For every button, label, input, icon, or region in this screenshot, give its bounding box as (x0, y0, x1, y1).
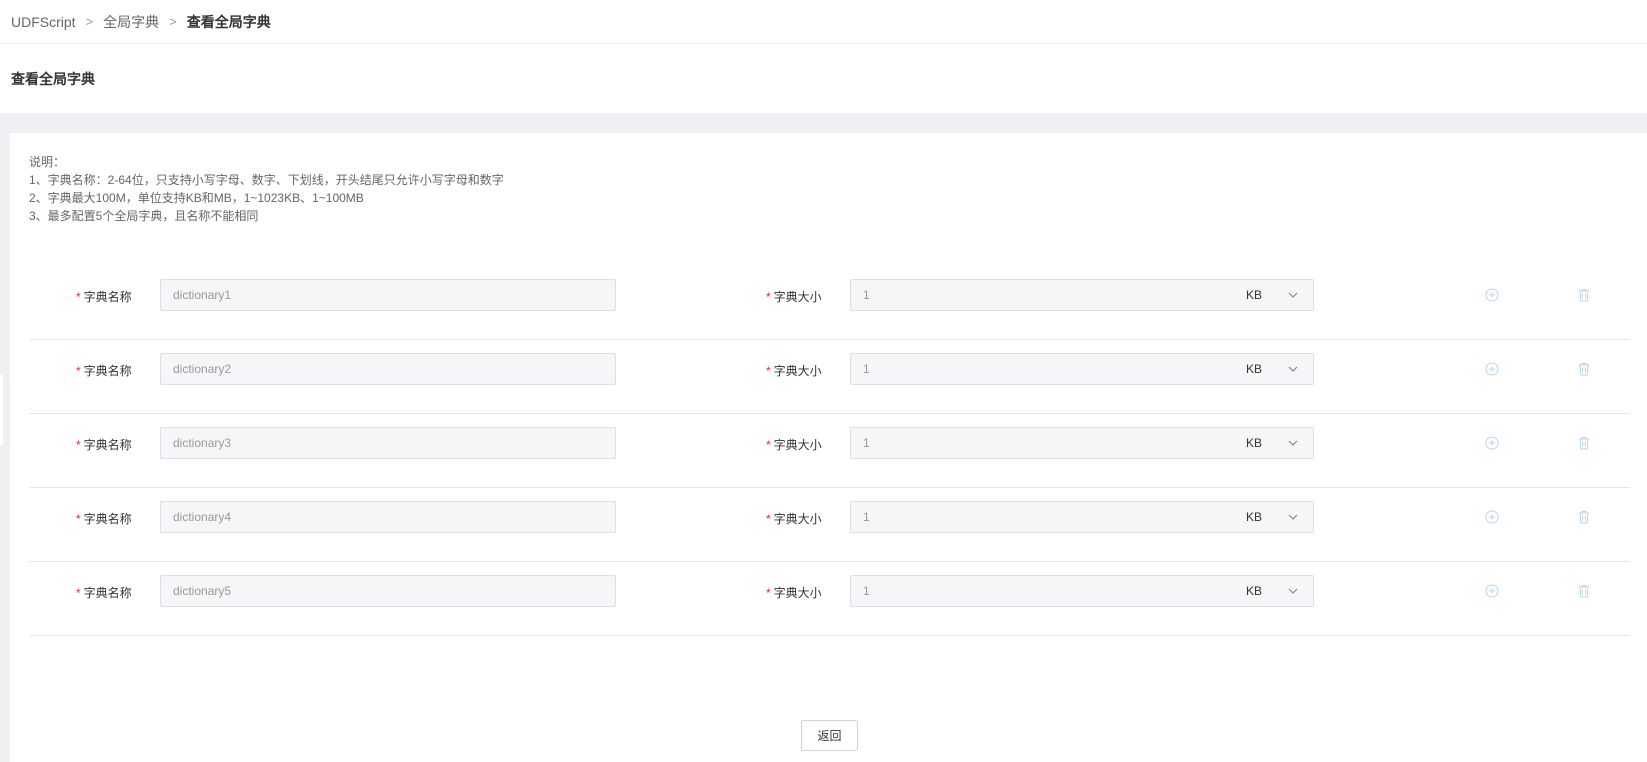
dictionary-row: * 字典名称 dictionary5 * 字典大小 1 KB (29, 558, 1630, 636)
dictionary-name-label: * 字典名称 (76, 586, 132, 600)
breadcrumb-separator: > (169, 14, 177, 29)
dictionary-row: * 字典名称 dictionary3 * 字典大小 1 KB (29, 410, 1630, 488)
chevron-down-icon (1288, 366, 1298, 372)
side-collapse-handle[interactable] (0, 375, 3, 445)
size-unit-value: KB (1246, 288, 1263, 302)
dictionary-row: * 字典名称 dictionary2 * 字典大小 1 KB (29, 336, 1630, 414)
instruction-line: 3、最多配置5个全局字典，且名称不能相同 (29, 209, 259, 223)
dictionary-row: * 字典名称 dictionary1 * 字典大小 1 KB (29, 262, 1630, 340)
instructions-heading: 说明： (29, 155, 66, 169)
trash-icon[interactable] (1577, 510, 1591, 524)
trash-icon[interactable] (1577, 362, 1591, 376)
instruction-line: 2、字典最大100M，单位支持KB和MB，1~1023KB、1~100MB (29, 191, 364, 205)
size-unit-value: KB (1246, 510, 1263, 524)
plus-circle-icon[interactable] (1485, 436, 1499, 450)
plus-circle-icon[interactable] (1485, 510, 1499, 524)
dictionary-size-label: * 字典大小 (766, 438, 822, 452)
page-title-bar: 查看全局字典 (0, 44, 1647, 113)
dictionary-size-input[interactable]: 1 (850, 279, 1233, 311)
size-unit-select[interactable]: KB (1232, 279, 1314, 311)
chevron-down-icon (1288, 292, 1298, 298)
dictionary-size-label: * 字典大小 (766, 364, 822, 378)
size-unit-value: KB (1246, 436, 1263, 450)
trash-icon[interactable] (1577, 584, 1591, 598)
plus-circle-icon[interactable] (1485, 288, 1499, 302)
required-mark: * (76, 290, 81, 304)
required-mark: * (76, 512, 81, 526)
required-mark: * (766, 364, 771, 378)
chevron-down-icon (1288, 514, 1298, 520)
dictionary-name-label: * 字典名称 (76, 512, 132, 526)
chevron-down-icon (1288, 588, 1298, 594)
required-mark: * (76, 438, 81, 452)
dictionary-size-label: * 字典大小 (766, 586, 822, 600)
breadcrumb: UDFScript > 全局字典 > 查看全局字典 (0, 0, 1647, 44)
back-button[interactable]: 返回 (801, 720, 858, 751)
dictionary-name-label: * 字典名称 (76, 364, 132, 378)
dictionary-size-input[interactable]: 1 (850, 575, 1233, 607)
dictionary-size-input[interactable]: 1 (850, 353, 1233, 385)
size-unit-select[interactable]: KB (1232, 575, 1314, 607)
instructions: 说明： 1、字典名称：2-64位，只支持小写字母、数字、下划线，开头结尾只允许小… (29, 153, 504, 225)
dictionary-name-input[interactable]: dictionary3 (160, 427, 616, 459)
dictionary-name-input[interactable]: dictionary4 (160, 501, 616, 533)
required-mark: * (766, 438, 771, 452)
dictionary-name-input[interactable]: dictionary5 (160, 575, 616, 607)
size-unit-select[interactable]: KB (1232, 353, 1314, 385)
dictionary-size-label: * 字典大小 (766, 290, 822, 304)
plus-circle-icon[interactable] (1485, 584, 1499, 598)
dictionary-form-card: 说明： 1、字典名称：2-64位，只支持小写字母、数字、下划线，开头结尾只允许小… (10, 133, 1647, 762)
required-mark: * (76, 364, 81, 378)
page-title: 查看全局字典 (11, 70, 95, 87)
trash-icon[interactable] (1577, 436, 1591, 450)
chevron-down-icon (1288, 440, 1298, 446)
trash-icon[interactable] (1577, 288, 1591, 302)
breadcrumb-item-global-dictionary[interactable]: 全局字典 (103, 12, 159, 32)
breadcrumb-item-udfscript[interactable]: UDFScript (11, 14, 76, 30)
size-unit-value: KB (1246, 362, 1263, 376)
breadcrumb-separator: > (85, 14, 94, 29)
dictionary-size-input[interactable]: 1 (850, 427, 1233, 459)
dictionary-size-input[interactable]: 1 (850, 501, 1233, 533)
dictionary-name-input[interactable]: dictionary1 (160, 279, 616, 311)
instruction-line: 1、字典名称：2-64位，只支持小写字母、数字、下划线，开头结尾只允许小写字母和… (29, 173, 504, 187)
dictionary-name-input[interactable]: dictionary2 (160, 353, 616, 385)
breadcrumb-current: 查看全局字典 (186, 13, 271, 30)
dictionary-size-label: * 字典大小 (766, 512, 822, 526)
dictionary-row: * 字典名称 dictionary4 * 字典大小 1 KB (29, 484, 1630, 562)
plus-circle-icon[interactable] (1485, 362, 1499, 376)
dictionary-name-label: * 字典名称 (76, 290, 132, 304)
required-mark: * (76, 586, 81, 600)
required-mark: * (766, 586, 771, 600)
dictionary-name-label: * 字典名称 (76, 438, 132, 452)
size-unit-value: KB (1246, 584, 1263, 598)
required-mark: * (766, 512, 771, 526)
required-mark: * (766, 290, 771, 304)
size-unit-select[interactable]: KB (1232, 427, 1314, 459)
size-unit-select[interactable]: KB (1232, 501, 1314, 533)
